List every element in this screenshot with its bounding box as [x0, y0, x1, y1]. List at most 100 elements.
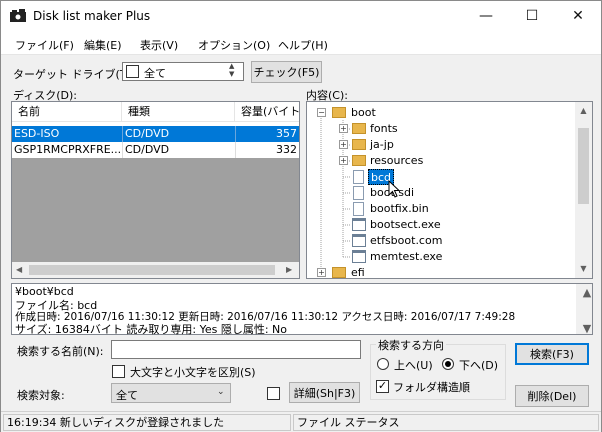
direction-label: 検索する方向 — [376, 337, 446, 353]
target-drive-combo[interactable]: 全て ▲ ▼ — [122, 62, 244, 81]
folder-icon — [352, 155, 366, 166]
direction-down-radio[interactable] — [442, 358, 454, 370]
row-size: 332 — [235, 142, 299, 158]
exe-icon — [352, 218, 366, 231]
scroll-down-icon[interactable]: ▼ — [575, 264, 592, 273]
folder-icon — [352, 123, 366, 134]
disk-list[interactable]: 名前 種類 容量(バイト ESD-ISO CD/DVD 357 GSP1RMCP… — [11, 101, 300, 279]
menu-file[interactable]: ファイル(F) — [15, 37, 74, 53]
check-button[interactable]: チェック(F5) — [251, 61, 322, 83]
minimize-button[interactable]: — — [463, 1, 509, 31]
mouse-cursor-icon — [388, 180, 401, 198]
target-drive-checkbox[interactable] — [126, 65, 139, 78]
app-icon — [10, 9, 26, 22]
search-button[interactable]: 検索(F3) — [515, 343, 589, 365]
tree-item-resources[interactable]: resources — [370, 153, 423, 169]
column-type[interactable]: 種類 — [122, 102, 235, 122]
case-sensitive-label: 大文字と小文字を区別(S) — [130, 366, 256, 379]
checkmark-icon: ✓ — [377, 379, 388, 392]
tree-item-fonts[interactable]: fonts — [370, 121, 398, 137]
scroll-up-icon[interactable]: ▲ — [579, 286, 595, 299]
expander-fonts[interactable]: + — [339, 124, 348, 133]
table-row[interactable]: ESD-ISO CD/DVD 357 — [12, 126, 299, 142]
contents-vscroll-thumb[interactable] — [578, 128, 589, 204]
tree-item-boot[interactable]: boot — [351, 105, 376, 121]
maximize-button[interactable]: ☐ — [509, 1, 555, 31]
row-type: CD/DVD — [122, 142, 235, 158]
target-drive-value: 全て — [144, 67, 166, 80]
direction-up-radio[interactable] — [377, 358, 389, 370]
status-file: ファイル ステータス — [293, 414, 599, 431]
contents-tree[interactable]: − boot + fonts + ja-jp + resources bcd b… — [306, 101, 593, 279]
column-size[interactable]: 容量(バイト — [235, 102, 299, 122]
close-button[interactable]: ✕ — [555, 1, 601, 31]
minimize-icon: — — [479, 8, 493, 24]
info-box: ¥boot¥bcd ファイル名: bcd 作成日時: 2016/07/16 11… — [11, 283, 595, 336]
disk-hscroll[interactable]: ◀ ▶ — [12, 262, 299, 278]
detail-checkbox[interactable] — [267, 387, 280, 400]
tree-item-etfsboot-com[interactable]: etfsboot.com — [370, 233, 442, 249]
folder-icon — [332, 267, 346, 278]
row-size: 357 — [235, 126, 299, 142]
detail-button-label: 詳細(Sh|F3) — [293, 386, 356, 400]
folder-icon — [352, 139, 366, 150]
tree-item-efi[interactable]: efi — [351, 265, 365, 278]
chevron-down-icon: ⌄ — [217, 387, 225, 397]
search-target-value: 全て — [116, 389, 138, 402]
row-spacer — [12, 122, 299, 126]
menu-help[interactable]: ヘルプ(H) — [278, 37, 328, 53]
search-button-label: 検索(F3) — [530, 348, 574, 361]
detail-button[interactable]: 詳細(Sh|F3) — [289, 382, 360, 403]
direction-up-label: 上へ(U) — [394, 359, 433, 372]
disk-hscroll-thumb[interactable] — [29, 265, 275, 275]
exe-icon — [352, 234, 366, 247]
folder-order-label: フォルダ構造順 — [393, 381, 470, 394]
scroll-left-icon[interactable]: ◀ — [16, 265, 22, 274]
file-icon — [353, 170, 364, 184]
spin-icon[interactable]: ▲ ▼ — [229, 62, 234, 78]
status-bar: 16:19:34 新しいディスクが登録されました ファイル ステータス — [1, 411, 601, 432]
scroll-right-icon[interactable]: ▶ — [286, 265, 292, 274]
direction-down-label: 下へ(D) — [459, 359, 499, 372]
folder-icon — [332, 107, 346, 118]
check-button-label: チェック(F5) — [253, 66, 320, 79]
info-size: サイズ: 16384バイト 読み取り専用: Yes 隠し属性: No — [15, 323, 287, 336]
tree-item-memtest-exe[interactable]: memtest.exe — [370, 249, 442, 265]
menu-edit[interactable]: 編集(E) — [84, 37, 122, 53]
search-name-input[interactable] — [111, 340, 361, 359]
info-vscroll[interactable]: ▲ ▼ — [576, 284, 595, 335]
delete-button[interactable]: 削除(Del) — [515, 385, 589, 407]
menu-bar: ファイル(F) 編集(E) 表示(V) オプション(O) ヘルプ(H) — [1, 31, 601, 55]
file-icon — [353, 186, 364, 200]
menu-view[interactable]: 表示(V) — [140, 37, 178, 53]
window-title: Disk list maker Plus — [33, 9, 151, 23]
exe-icon — [352, 250, 366, 263]
expander-boot[interactable]: − — [317, 108, 326, 117]
search-name-label: 検索する名前(N): — [17, 345, 104, 358]
delete-button-label: 削除(Del) — [527, 390, 577, 403]
tree-item-ja-jp[interactable]: ja-jp — [370, 137, 394, 153]
contents-vscroll[interactable]: ▲ ▼ — [575, 102, 592, 278]
search-target-select[interactable]: 全て ⌄ — [111, 383, 231, 403]
column-name[interactable]: 名前 — [12, 102, 122, 122]
menu-options[interactable]: オプション(O) — [198, 37, 270, 53]
scroll-up-icon[interactable]: ▲ — [575, 106, 592, 115]
scroll-down-icon[interactable]: ▼ — [579, 322, 595, 335]
expander-ja-jp[interactable]: + — [339, 140, 348, 149]
tree-item-bootfix-bin[interactable]: bootfix.bin — [370, 201, 429, 217]
app-window: Disk list maker Plus — ☐ ✕ ファイル(F) 編集(E)… — [0, 0, 602, 432]
folder-order-checkbox[interactable]: ✓ — [376, 380, 389, 393]
expander-efi[interactable]: + — [317, 268, 326, 277]
tree-item-bootsect-exe[interactable]: bootsect.exe — [370, 217, 441, 233]
search-target-label: 検索対象: — [17, 389, 65, 402]
table-row[interactable]: GSP1RMCPRXFRE... CD/DVD 332 — [12, 142, 299, 158]
file-icon — [353, 202, 364, 216]
close-icon: ✕ — [572, 8, 584, 24]
target-drive-label: ターゲット ドライブ(T): — [13, 68, 135, 81]
maximize-icon: ☐ — [525, 8, 539, 24]
case-sensitive-checkbox[interactable] — [112, 365, 125, 378]
status-message: 16:19:34 新しいディスクが登録されました — [3, 414, 291, 431]
expander-resources[interactable]: + — [339, 156, 348, 165]
row-name: GSP1RMCPRXFRE... — [14, 143, 122, 156]
title-bar: Disk list maker Plus — ☐ ✕ — [1, 1, 601, 31]
